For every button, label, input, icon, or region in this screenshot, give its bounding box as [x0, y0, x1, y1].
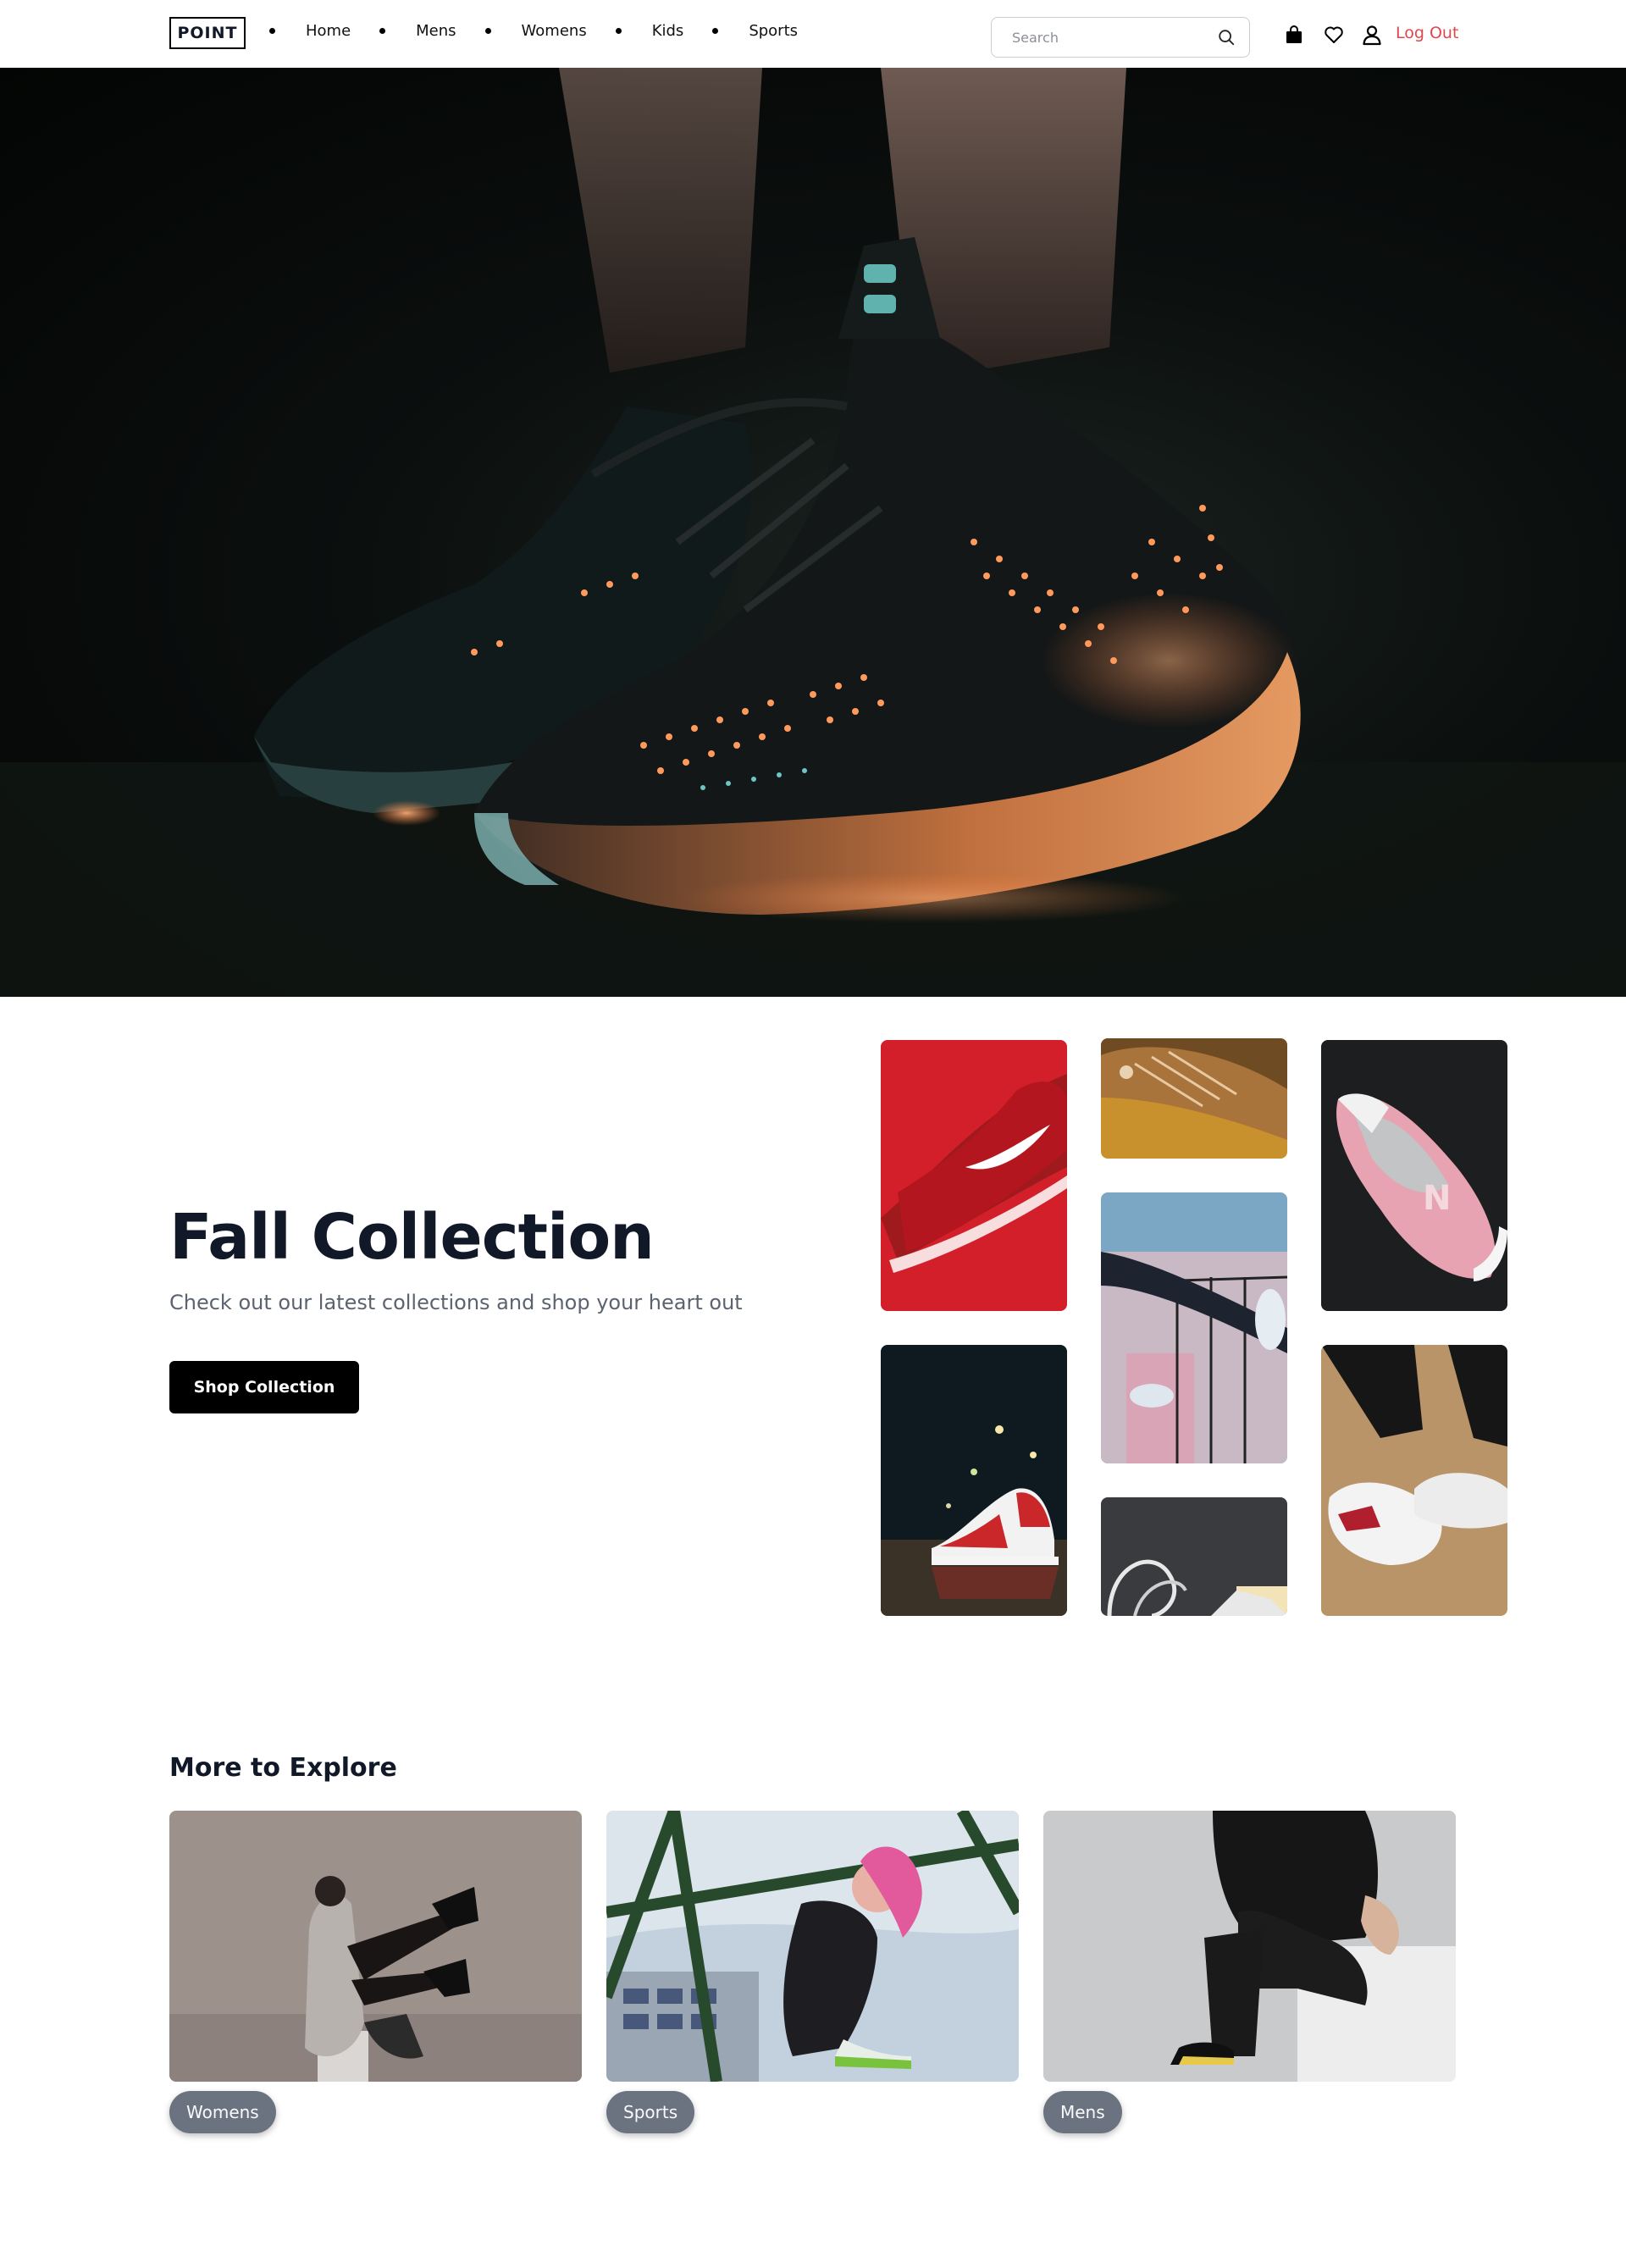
nav-bullet	[712, 27, 719, 34]
search-icon[interactable]	[1217, 28, 1236, 47]
tile-laces-sneaker[interactable]	[1101, 1497, 1287, 1616]
search-input[interactable]	[1012, 28, 1198, 47]
site-header: POINT Home Mens Womens Kids Sports Log O…	[0, 0, 1626, 69]
sneaker-illustration	[0, 68, 1626, 997]
tile-pink-sneaker[interactable]: N	[1321, 1040, 1507, 1311]
logout-link[interactable]: Log Out	[1396, 24, 1458, 42]
balcony-sneaker-image	[1101, 1192, 1287, 1463]
main-nav: Home Mens Womens Kids Sports	[269, 20, 827, 41]
red-sneaker-image	[881, 1040, 1067, 1311]
search-box	[991, 17, 1250, 58]
tile-brown-sneaker[interactable]	[1101, 1038, 1287, 1159]
nav-home[interactable]: Home	[306, 22, 351, 40]
shop-collection-button[interactable]: Shop Collection	[169, 1361, 359, 1413]
pink-sneaker-image: N	[1321, 1040, 1507, 1311]
logo[interactable]: POINT	[169, 17, 246, 49]
explore-title: More to Explore	[169, 1753, 397, 1783]
nav-bullet	[484, 27, 491, 34]
laces-sneaker-image	[1101, 1497, 1287, 1616]
hero-image	[0, 68, 1626, 997]
tile-red-sneaker[interactable]	[881, 1040, 1067, 1311]
nav-bullet	[379, 27, 386, 34]
tile-balcony-sneaker[interactable]	[1101, 1192, 1287, 1463]
nav-bullet	[615, 27, 622, 34]
sports-image	[606, 1811, 1019, 2082]
collection-title: Fall Collection	[169, 1201, 655, 1274]
womens-category-pill[interactable]: Womens	[169, 2091, 276, 2133]
womens-image	[169, 1811, 582, 2082]
bag-icon[interactable]	[1283, 24, 1305, 46]
chunky-sneaker-image	[1321, 1345, 1507, 1616]
heart-icon[interactable]	[1323, 24, 1345, 46]
sports-category-pill[interactable]: Sports	[606, 2091, 695, 2133]
nav-kids[interactable]: Kids	[652, 22, 684, 40]
mens-image	[1043, 1811, 1456, 2082]
nav-mens[interactable]: Mens	[416, 22, 456, 40]
collection-subtitle: Check out our latest collections and sho…	[169, 1291, 743, 1314]
svg-text:N: N	[1423, 1179, 1451, 1218]
tile-jordan-sneaker[interactable]	[881, 1345, 1067, 1616]
nav-bullet	[269, 27, 275, 34]
brown-sneaker-image	[1101, 1038, 1287, 1159]
explore-card-womens[interactable]	[169, 1811, 582, 2082]
nav-sports[interactable]: Sports	[749, 22, 798, 40]
tile-chunky-sneaker[interactable]	[1321, 1345, 1507, 1616]
nav-womens[interactable]: Womens	[522, 22, 587, 40]
jordan-sneaker-image	[881, 1345, 1067, 1616]
mens-category-pill[interactable]: Mens	[1043, 2091, 1122, 2133]
user-icon[interactable]	[1361, 24, 1383, 46]
explore-card-sports[interactable]	[606, 1811, 1019, 2082]
explore-card-mens[interactable]	[1043, 1811, 1456, 2082]
